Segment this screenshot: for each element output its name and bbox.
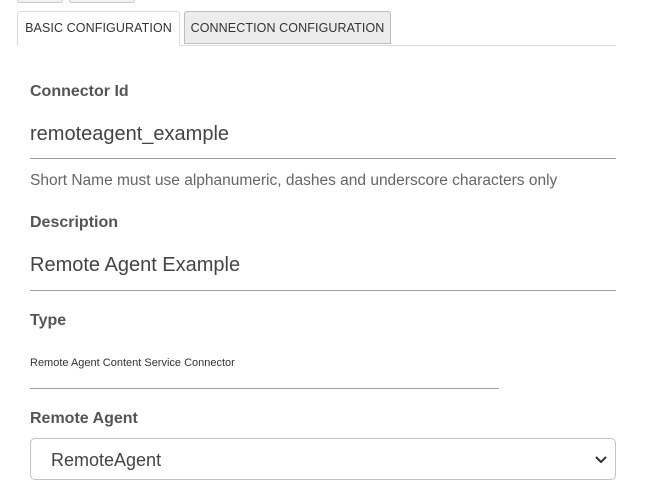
remote-agent-label: Remote Agent [30, 410, 138, 427]
description-label: Description [30, 214, 119, 231]
connector-id-underline [30, 158, 616, 159]
type-field: Remote Agent Content Service Connector [30, 357, 235, 369]
top-button-partial[interactable] [17, 0, 63, 3]
connector-id-hint: Short Name must use alphanumeric, dashes… [30, 172, 558, 189]
chevron-down-icon [595, 456, 607, 463]
type-label: Type [30, 312, 67, 329]
tab-connection-configuration[interactable]: CONNECTION CONFIGURATION [184, 11, 391, 44]
config-tabs: BASIC CONFIGURATION CONNECTION CONFIGURA… [17, 11, 616, 46]
top-button-partial[interactable] [69, 0, 135, 3]
connector-config-page: BASIC CONFIGURATION CONNECTION CONFIGURA… [0, 0, 646, 496]
type-underline [30, 388, 499, 389]
description-underline [30, 290, 616, 291]
connector-id-label: Connector Id [30, 83, 129, 100]
description-field[interactable]: Remote Agent Example [30, 254, 240, 277]
remote-agent-selected-value: RemoteAgent [51, 450, 162, 470]
tab-basic-configuration[interactable]: BASIC CONFIGURATION [17, 11, 180, 46]
remote-agent-select[interactable]: RemoteAgent [30, 438, 616, 480]
connector-id-field[interactable]: remoteagent_example [30, 123, 229, 146]
